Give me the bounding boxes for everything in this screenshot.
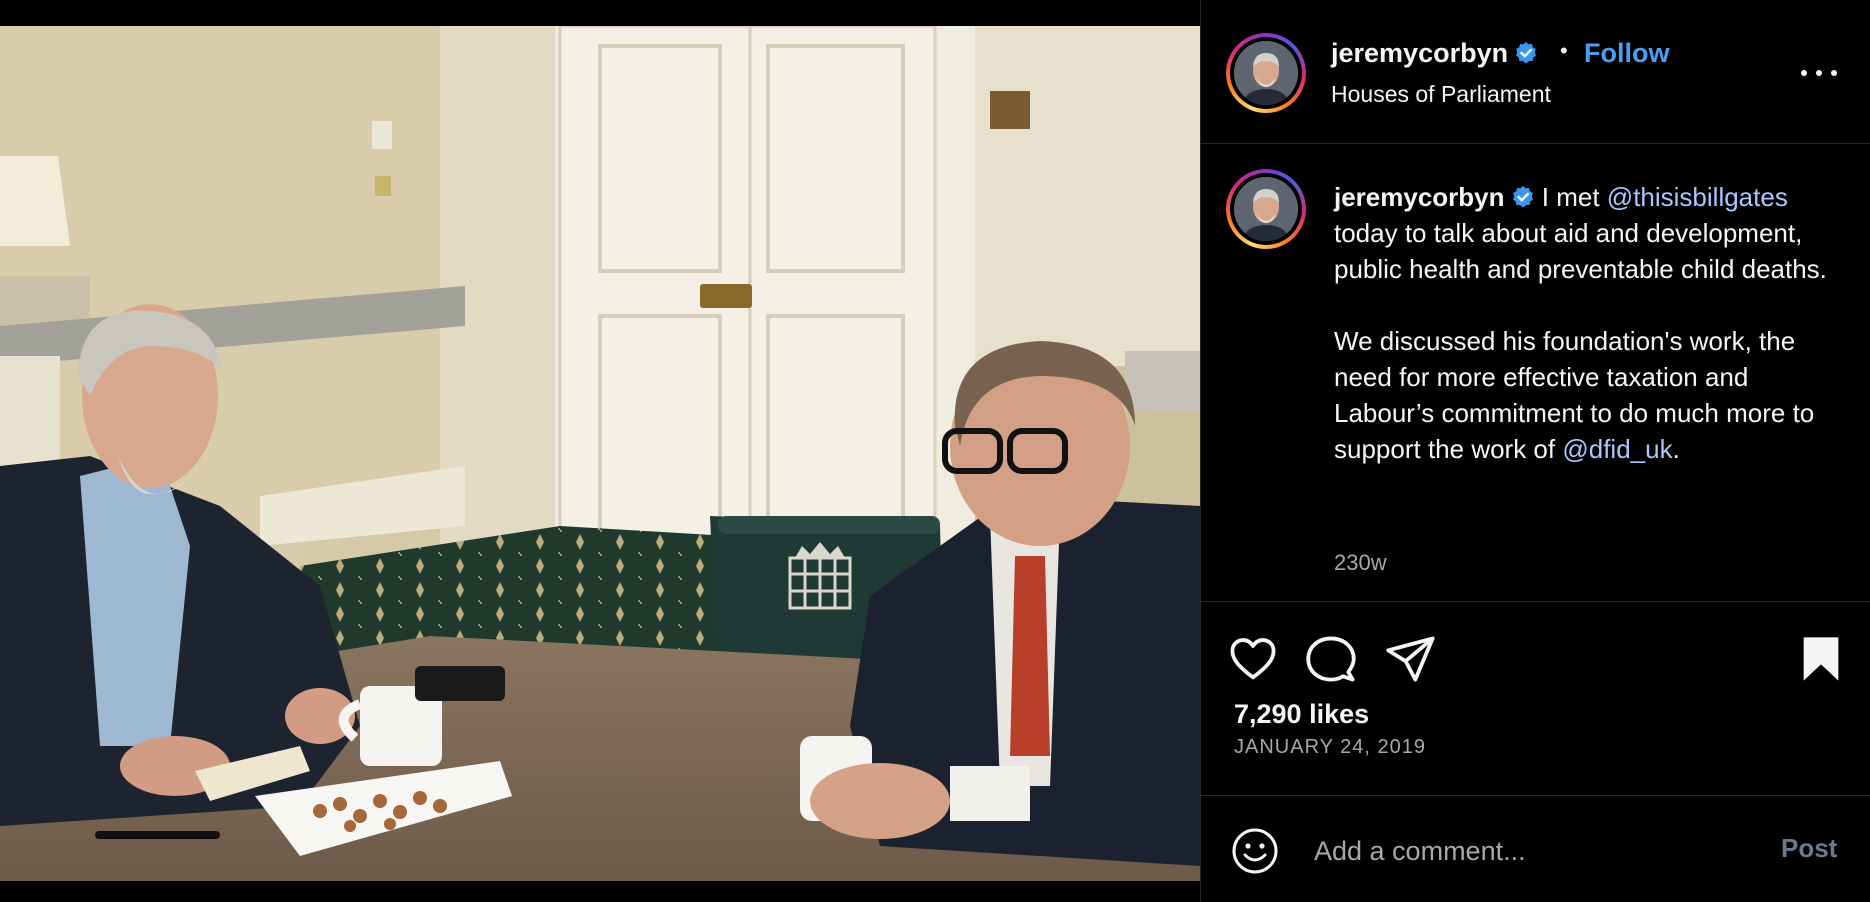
caption-username[interactable]: jeremycorbyn: [1334, 182, 1505, 212]
post-location[interactable]: Houses of Parliament: [1331, 81, 1551, 108]
comment-bubble-icon[interactable]: [1305, 633, 1357, 685]
caption-line1-start: I met: [1541, 182, 1600, 212]
avatar-portrait: [1234, 177, 1298, 241]
post-media-area: [0, 0, 1200, 902]
comment-bar: Post: [1201, 797, 1870, 902]
caption-paragraph-2-end: .: [1672, 434, 1680, 464]
mention-link-dfid-uk[interactable]: @dfid_uk: [1562, 434, 1672, 464]
separator-dot: •: [1560, 38, 1568, 63]
caption-line1-rest: today to talk about aid and development,…: [1334, 218, 1827, 284]
verified-badge-icon: [1512, 186, 1533, 208]
author-username[interactable]: jeremycorbyn: [1331, 38, 1538, 69]
post-caption-area: jeremycorbyn I met @thisisbillgates toda…: [1201, 145, 1870, 602]
more-options-icon[interactable]: [1799, 58, 1839, 88]
heart-icon[interactable]: [1227, 633, 1279, 685]
follow-button[interactable]: Follow: [1584, 38, 1669, 69]
likes-count[interactable]: 7,290 likes: [1234, 699, 1369, 730]
mention-link-thisisbillgates[interactable]: @thisisbillgates: [1607, 182, 1788, 212]
post-age[interactable]: 230w: [1334, 550, 1387, 576]
instagram-post-view: jeremycorbyn • Follow Houses of Parliame…: [0, 0, 1870, 902]
post-photo-illustration: [0, 26, 1200, 881]
post-header: jeremycorbyn • Follow Houses of Parliame…: [1201, 0, 1870, 144]
verified-badge-icon: [1516, 42, 1537, 64]
smiley-icon[interactable]: [1231, 827, 1279, 875]
post-actions: 7,290 likes JANUARY 24, 2019: [1201, 603, 1870, 796]
post-photo[interactable]: [0, 26, 1200, 881]
bookmark-icon[interactable]: [1795, 633, 1847, 685]
paper-plane-icon[interactable]: [1385, 633, 1437, 685]
post-details-panel: jeremycorbyn • Follow Houses of Parliame…: [1200, 0, 1870, 902]
author-avatar[interactable]: [1226, 33, 1306, 113]
author-username-text[interactable]: jeremycorbyn: [1331, 38, 1508, 68]
post-date: JANUARY 24, 2019: [1234, 736, 1427, 758]
comment-input[interactable]: [1314, 827, 1754, 875]
caption-author-avatar[interactable]: [1226, 169, 1306, 249]
avatar-portrait: [1234, 41, 1298, 105]
caption-text: jeremycorbyn I met @thisisbillgates toda…: [1334, 179, 1834, 467]
post-comment-button[interactable]: Post: [1781, 833, 1837, 864]
